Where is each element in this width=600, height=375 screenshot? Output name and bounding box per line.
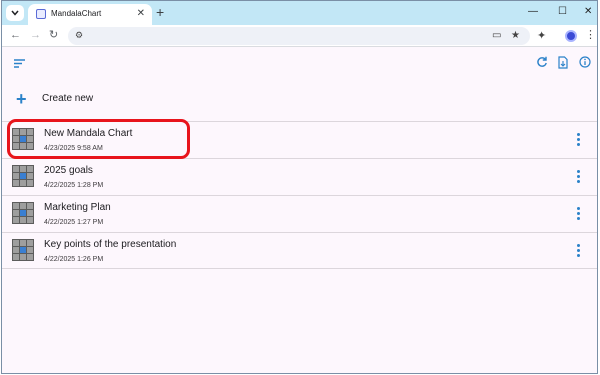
info-icon[interactable] (579, 56, 591, 68)
chevron-down-icon (11, 10, 19, 16)
profile-avatar[interactable] (565, 30, 577, 42)
address-bar[interactable]: ⚙ ▭ ★ (68, 27, 530, 45)
item-title: Key points of the presentation (44, 239, 177, 250)
close-window-button[interactable]: ✕ (584, 5, 592, 19)
refresh-icon[interactable] (536, 56, 548, 68)
mandala-thumbnail-icon (12, 165, 34, 187)
reload-icon[interactable]: ↻ (49, 28, 58, 42)
extensions-icon[interactable]: ✦ (537, 29, 546, 43)
forward-icon[interactable]: → (30, 28, 41, 42)
bookmark-star-icon[interactable]: ★ (511, 28, 520, 44)
item-date: 4/22/2025 1:26 PM (44, 256, 104, 263)
chrome-menu-icon[interactable]: ⋮ (585, 28, 596, 42)
item-title: Marketing Plan (44, 202, 111, 213)
browser-toolbar: ← → ↻ ⚙ ▭ ★ ✦ ⋮ (2, 25, 597, 47)
browser-window: MandalaChart ✕ + — ☐ ✕ ← → ↻ ⚙ ▭ ★ ✦ ⋮ +… (1, 0, 598, 374)
app-favicon-icon (36, 9, 46, 19)
item-date: 4/22/2025 1:28 PM (44, 182, 104, 189)
list-item[interactable]: Marketing Plan 4/22/2025 1:27 PM (2, 195, 597, 232)
tab-title: MandalaChart (51, 9, 102, 18)
mandala-thumbnail-icon (12, 202, 34, 224)
list-item[interactable]: Key points of the presentation 4/22/2025… (2, 232, 597, 269)
more-vert-icon[interactable] (576, 207, 582, 221)
more-vert-icon[interactable] (576, 133, 582, 147)
maximize-button[interactable]: ☐ (558, 5, 567, 19)
tab-close-icon[interactable]: ✕ (137, 8, 145, 20)
more-vert-icon[interactable] (576, 244, 582, 258)
mandala-thumbnail-icon (12, 239, 34, 261)
app-content: + Create new New Mandala Chart 4/23/2025… (2, 47, 597, 373)
more-vert-icon[interactable] (576, 170, 582, 184)
site-settings-icon[interactable]: ⚙ (75, 30, 83, 41)
create-new-button[interactable]: + Create new (2, 83, 597, 121)
minimize-button[interactable]: — (528, 5, 538, 19)
item-date: 4/22/2025 1:27 PM (44, 219, 104, 226)
cast-icon[interactable]: ▭ (492, 28, 501, 44)
highlight-annotation (7, 119, 190, 159)
tab-strip: MandalaChart ✕ + — ☐ ✕ (2, 1, 597, 25)
plus-icon: + (16, 89, 27, 109)
back-icon[interactable]: ← (10, 28, 21, 42)
item-title: 2025 goals (44, 165, 93, 176)
create-new-label: Create new (42, 93, 94, 104)
tab-search-button[interactable] (6, 5, 24, 21)
new-tab-button[interactable]: + (156, 5, 164, 19)
tab-mandalachart[interactable]: MandalaChart ✕ (28, 4, 152, 25)
list-item[interactable]: 2025 goals 4/22/2025 1:28 PM (2, 158, 597, 195)
export-file-icon[interactable] (558, 56, 568, 69)
sort-icon[interactable] (14, 59, 26, 68)
